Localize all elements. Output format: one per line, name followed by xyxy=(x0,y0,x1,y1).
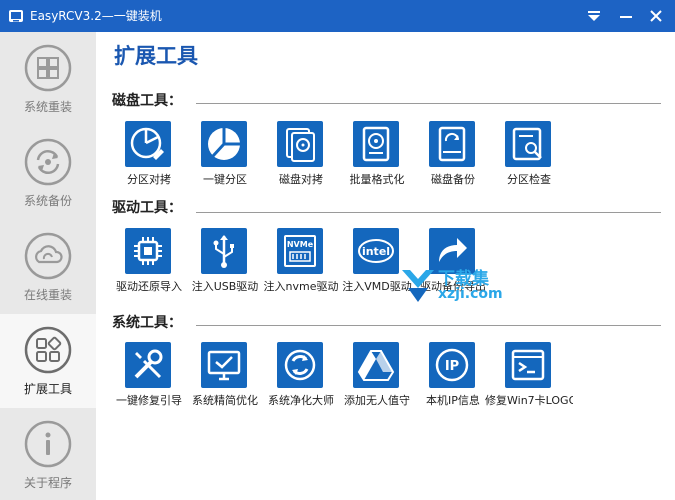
tools-grid-icon xyxy=(24,326,72,374)
tool-label: 磁盘对拷 xyxy=(279,173,323,186)
terminal-icon xyxy=(511,349,545,381)
close-icon xyxy=(650,10,662,22)
usb-icon xyxy=(213,235,234,268)
svg-text:intel: intel xyxy=(362,245,390,258)
sidebar-item-label: 在线重装 xyxy=(23,288,72,302)
info-icon xyxy=(24,420,72,468)
tool-system-cleaner[interactable]: 系统净化大师 xyxy=(263,342,339,414)
sidebar-item-online-reinstall[interactable]: 在线重装 xyxy=(0,220,96,314)
partition-copy-icon xyxy=(130,127,164,160)
tool-label: 批量格式化 xyxy=(349,173,405,186)
intel-logo-icon: intel xyxy=(358,239,394,263)
sidebar-item-system-backup[interactable]: 系统备份 xyxy=(0,126,96,220)
disk-copy-icon xyxy=(286,128,315,162)
tool-label: 修复Win7卡LOGO xyxy=(485,394,573,407)
tool-add-unattended[interactable]: 添加无人值守 xyxy=(339,342,415,414)
tool-disk-copy[interactable]: 磁盘对拷 xyxy=(263,121,339,193)
tool-inject-nvme-driver[interactable]: NVMe 注入nvme驱动 xyxy=(263,228,339,300)
drive-triangle-icon xyxy=(357,350,395,381)
monitor-check-icon xyxy=(207,350,241,381)
sidebar-item-about[interactable]: 关于程序 xyxy=(0,408,96,500)
sidebar-item-label: 扩展工具 xyxy=(23,382,72,396)
close-button[interactable] xyxy=(642,4,670,28)
tool-fix-win7-logo[interactable]: 修复Win7卡LOGO xyxy=(485,342,573,414)
tool-label: 磁盘备份 xyxy=(431,173,475,186)
minimize-button[interactable] xyxy=(612,4,640,28)
sidebar-item-label: 系统重装 xyxy=(23,100,72,114)
tool-driver-backup-export[interactable]: 驱动备份导出 xyxy=(415,228,491,300)
tool-label: 驱动还原导入 xyxy=(116,280,182,293)
tool-label: 添加无人值守 xyxy=(344,394,410,407)
section-divider xyxy=(196,212,661,213)
sidebar-item-extension-tools[interactable]: 扩展工具 xyxy=(0,314,96,408)
tool-batch-format[interactable]: 批量格式化 xyxy=(339,121,415,193)
tool-one-click-partition[interactable]: 一键分区 xyxy=(187,121,263,193)
sidebar-item-label: 关于程序 xyxy=(23,476,72,490)
minimize-icon xyxy=(620,16,632,18)
tool-disk-backup[interactable]: 磁盘备份 xyxy=(415,121,491,193)
tool-label: 分区检查 xyxy=(507,173,551,186)
page-title: 扩展工具 xyxy=(114,43,198,68)
tool-driver-restore-import[interactable]: 驱动还原导入 xyxy=(111,228,187,300)
recycle-icon xyxy=(284,349,316,381)
tool-system-optimize[interactable]: 系统精简优化 xyxy=(187,342,263,414)
ip-icon: IP xyxy=(435,348,469,382)
disk-backup-icon xyxy=(438,126,466,162)
window-title: EasyRCV3.2—一键装机 xyxy=(30,9,162,23)
wrench-screwdriver-icon xyxy=(134,349,163,379)
nvme-icon: NVMe xyxy=(284,235,316,267)
section-divider xyxy=(196,325,661,326)
tool-label: 注入nvme驱动 xyxy=(263,280,339,293)
tool-label: 注入VMD驱动 xyxy=(342,280,412,293)
tool-label: 驱动备份导出 xyxy=(420,280,486,293)
tool-label: 本机IP信息 xyxy=(426,394,480,407)
tool-local-ip-info[interactable]: IP 本机IP信息 xyxy=(415,342,491,414)
section-title-driver-tools: 驱动工具： xyxy=(112,200,182,216)
backup-icon xyxy=(24,138,72,186)
tool-partition-check[interactable]: 分区检查 xyxy=(491,121,567,193)
tool-partition-copy[interactable]: 分区对拷 xyxy=(111,121,187,193)
cloud-icon xyxy=(24,232,72,280)
pie-chart-icon xyxy=(208,128,240,160)
tool-label: 系统精简优化 xyxy=(192,394,258,407)
share-arrow-icon xyxy=(439,238,467,262)
partition-check-icon xyxy=(512,127,542,161)
menu-button[interactable] xyxy=(580,4,608,28)
section-divider xyxy=(196,103,661,104)
tool-inject-vmd-driver[interactable]: intel 注入VMD驱动 xyxy=(339,228,415,300)
app-logo-icon xyxy=(9,10,23,22)
sidebar-item-label: 系统备份 xyxy=(23,194,72,208)
section-title-disk-tools: 磁盘工具： xyxy=(112,93,182,109)
main-panel: 扩展工具 磁盘工具： 分区对拷 一键分区 磁盘对拷 批量格式化 磁盘备份 分区检… xyxy=(96,32,675,500)
section-title-system-tools: 系统工具： xyxy=(112,315,182,331)
tool-label: 注入USB驱动 xyxy=(191,280,259,293)
tool-repair-boot[interactable]: 一键修复引导 xyxy=(111,342,187,414)
svg-text:IP: IP xyxy=(445,359,459,374)
tool-inject-usb-driver[interactable]: 注入USB驱动 xyxy=(187,228,263,300)
tool-label: 一键修复引导 xyxy=(116,394,182,407)
svg-text:NVMe: NVMe xyxy=(287,240,314,249)
sidebar: 系统重装 系统备份 在线重装 扩展工具 关于程序 xyxy=(0,32,96,500)
hard-drive-icon xyxy=(362,126,390,162)
tool-label: 系统净化大师 xyxy=(268,394,334,407)
menu-icon xyxy=(588,11,600,21)
sidebar-item-system-reinstall[interactable]: 系统重装 xyxy=(0,32,96,126)
chip-icon xyxy=(134,237,162,265)
tool-label: 一键分区 xyxy=(203,173,247,186)
windows-icon xyxy=(24,44,72,92)
title-bar: EasyRCV3.2—一键装机 xyxy=(0,0,675,32)
tool-label: 分区对拷 xyxy=(127,173,171,186)
